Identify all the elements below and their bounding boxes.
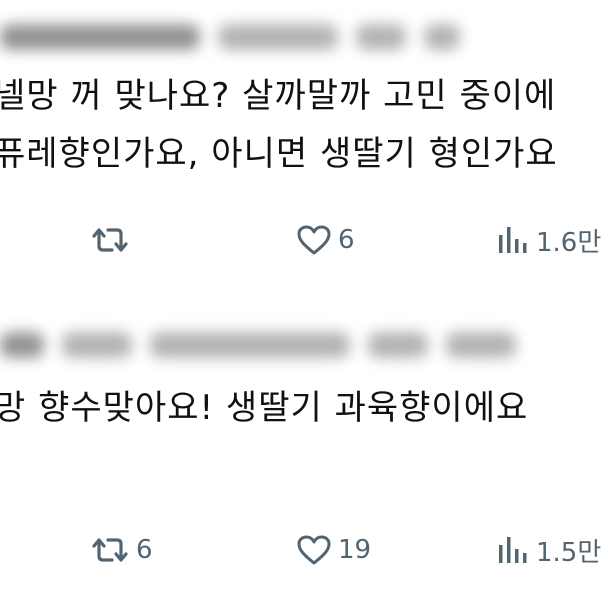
- tweet-1-text-line-1: 넬망 꺼 맞나요? 살까말까 고민 중이에: [0, 76, 557, 116]
- tweet-1-header-blurred: [0, 24, 478, 50]
- blurred-handle: [150, 332, 350, 358]
- retweet-icon: [92, 228, 128, 252]
- views-button[interactable]: 1.5만: [496, 530, 601, 570]
- blurred-extra: [424, 24, 460, 50]
- tweet-2-actions: 6 19 1.5만: [0, 530, 608, 570]
- like-count: 6: [338, 225, 355, 255]
- like-button[interactable]: 19: [296, 530, 371, 570]
- tweet-1: 넬망 꺼 맞나요? 살까말까 고민 중이에 퓨레향인가요, 아니면 생딸기 형인…: [0, 0, 608, 300]
- blurred-time: [356, 24, 406, 50]
- bar-chart-icon: [499, 227, 527, 253]
- view-count: 1.6만: [536, 227, 602, 258]
- like-button[interactable]: 6: [296, 220, 355, 260]
- tweet-1-text-line-2: 퓨레향인가요, 아니면 생딸기 형인가요: [0, 134, 558, 174]
- blurred-username: [62, 332, 132, 358]
- blurred-handle: [218, 24, 338, 50]
- tweet-2-text-line-1: 망 향수맞아요! 생딸기 과육향이에요: [0, 388, 529, 428]
- retweet-icon: [92, 538, 128, 562]
- retweet-count: 6: [136, 535, 153, 565]
- heart-icon: [297, 535, 331, 565]
- heart-icon: [297, 225, 331, 255]
- blurred-username: [0, 24, 200, 50]
- tweet-2-header-blurred: [0, 332, 534, 358]
- blurred-avatar: [0, 332, 44, 358]
- tweet-1-actions: 6 1.6만: [0, 220, 608, 260]
- bar-chart-icon: [499, 537, 527, 563]
- like-count: 19: [338, 535, 372, 565]
- blurred-time: [368, 332, 428, 358]
- retweet-button[interactable]: [90, 220, 136, 260]
- retweet-button[interactable]: 6: [90, 530, 153, 570]
- tweet-2: 망 향수맞아요! 생딸기 과육향이에요 6 19 1.5만: [0, 300, 608, 608]
- view-count: 1.5만: [536, 537, 602, 568]
- views-button[interactable]: 1.6만: [496, 220, 601, 260]
- blurred-extra: [446, 332, 516, 358]
